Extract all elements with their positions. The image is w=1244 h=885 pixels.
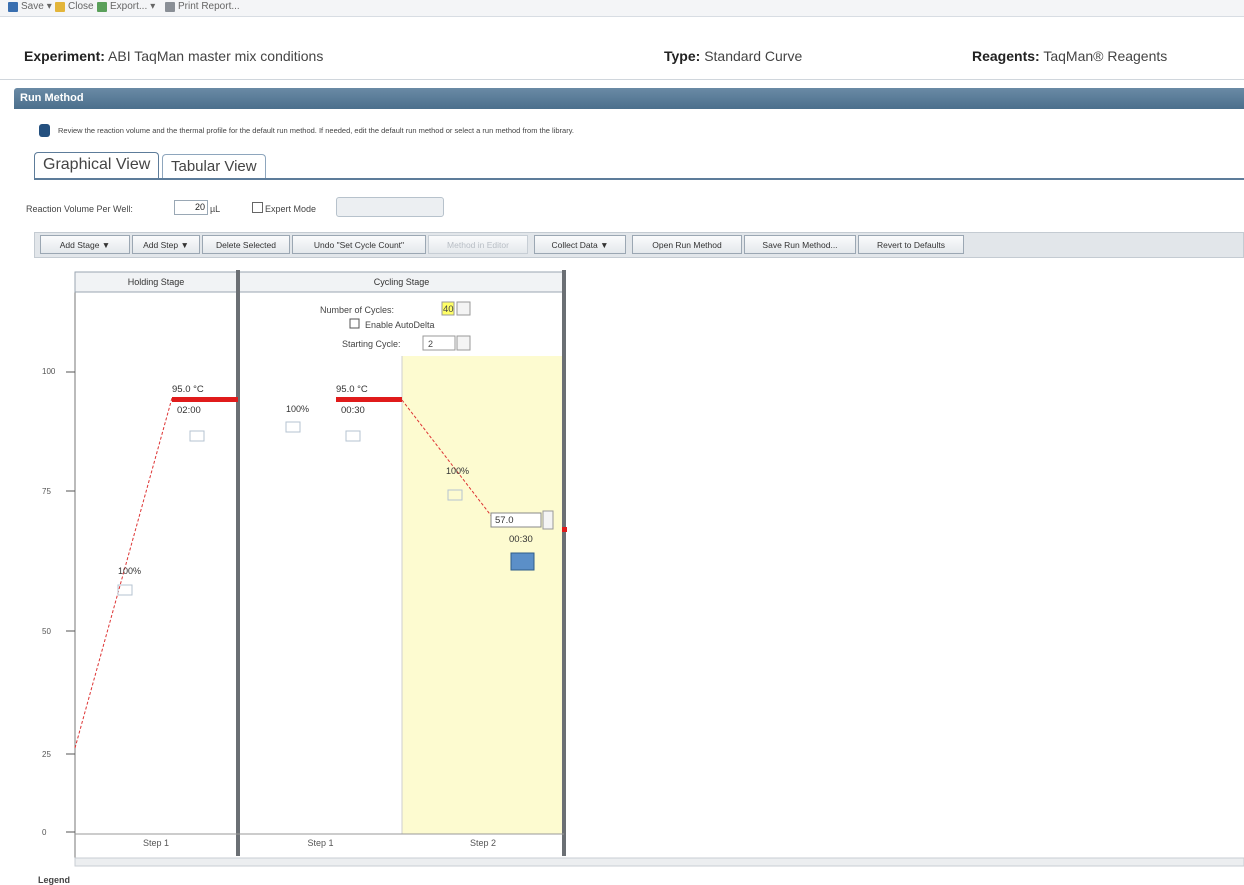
holding-step1-temperature[interactable]: 95.0 °C [172, 384, 204, 395]
cycling-step1-time[interactable]: 00:30 [341, 405, 365, 416]
starting-cycle-stepper[interactable] [456, 335, 471, 351]
selected-step-highlight [402, 356, 564, 834]
temperature-stepper[interactable] [542, 510, 554, 530]
cycling-step1-temperature[interactable]: 95.0 °C [336, 384, 368, 395]
horizontal-scrollbar[interactable] [74, 857, 1244, 867]
cycles-label: Number of Cycles: [320, 305, 395, 315]
cycles-stepper[interactable] [456, 301, 471, 316]
hold-temperature-bar[interactable] [172, 397, 238, 402]
camera-on-icon[interactable] [510, 552, 535, 571]
holding-step1-time[interactable]: 02:00 [177, 405, 201, 416]
cycling-step1-label: Step 1 [307, 838, 334, 848]
cycling-stage-title: Cycling Stage [373, 277, 430, 287]
stage-divider [236, 270, 240, 856]
holding-stage-title: Holding Stage [127, 277, 185, 287]
camera-off-icon[interactable] [345, 430, 361, 442]
cycles-value[interactable]: 40 [443, 304, 454, 315]
starting-cycle-label: Starting Cycle: [342, 339, 401, 349]
thermal-profile-chart [66, 270, 1244, 867]
holding-step1-label: Step 1 [142, 838, 170, 848]
cycling-step2-ramp[interactable]: 100% [446, 466, 469, 476]
holding-step1-ramp[interactable]: 100% [118, 566, 141, 576]
starting-cycle-value[interactable]: 2 [428, 339, 433, 349]
camera-off-icon[interactable] [189, 430, 205, 442]
cycling-step2-time[interactable]: 00:30 [509, 534, 533, 545]
enable-autodelta-label: Enable AutoDelta [365, 320, 435, 330]
enable-autodelta-checkbox[interactable] [349, 318, 360, 329]
hold-temperature-marker [562, 527, 567, 532]
cycling-step1-ramp[interactable]: 100% [286, 404, 309, 414]
hold-temperature-bar[interactable] [336, 397, 402, 402]
camera-off-icon[interactable] [285, 421, 301, 433]
cycling-step2-label: Step 2 [469, 838, 497, 848]
stage-divider [562, 270, 566, 856]
cycling-step2-temperature[interactable]: 57.0 [495, 515, 514, 526]
